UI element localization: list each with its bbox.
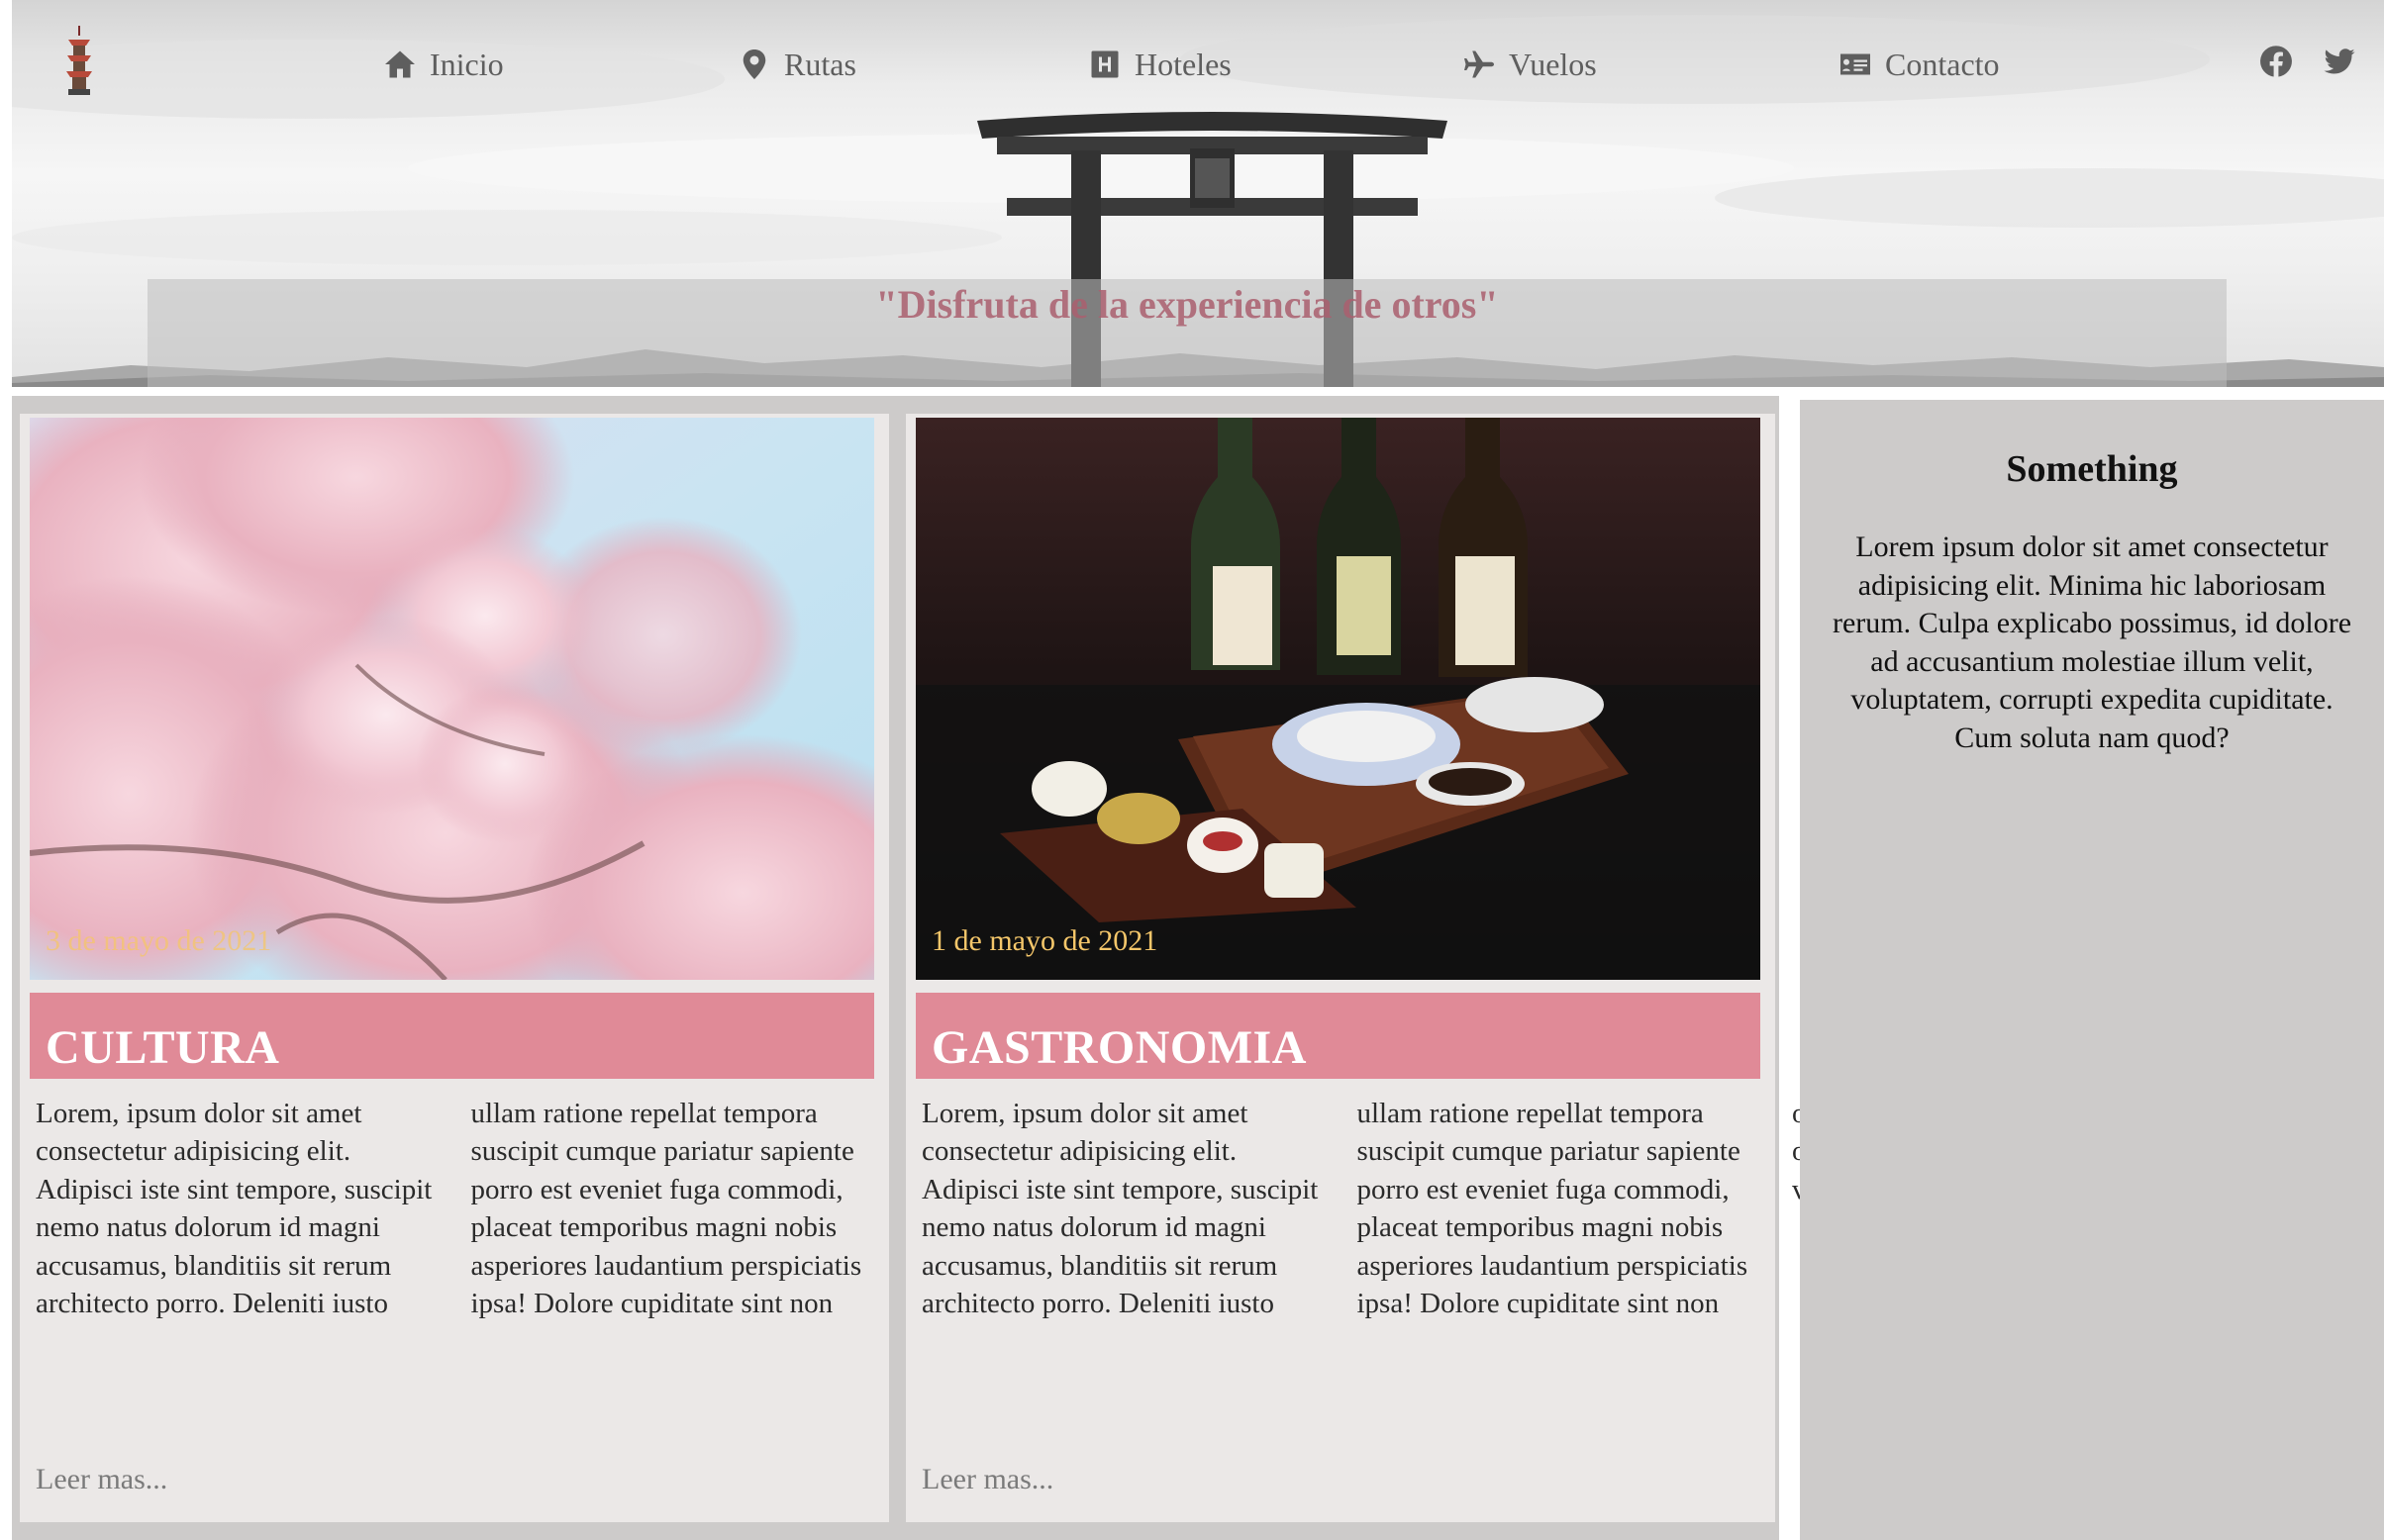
nav-inicio-label: Inicio xyxy=(430,46,504,82)
sidebar-title: Something xyxy=(2006,448,2178,490)
sake-food-illustration xyxy=(916,418,1760,980)
sidebar-text: Lorem ipsum dolor sit amet consectetur a… xyxy=(1832,530,2352,754)
cherry-blossom-illustration xyxy=(30,418,874,980)
nav-vuelos-label: Vuelos xyxy=(1509,46,1597,82)
nav-contacto-label: Contacto xyxy=(1885,46,2000,82)
read-more-link[interactable]: Leer mas... xyxy=(36,1463,167,1496)
nav-contacto[interactable]: Contacto xyxy=(1838,40,2000,89)
map-marker-icon xyxy=(743,49,766,79)
facebook-icon xyxy=(2260,46,2292,77)
nav-vuelos[interactable]: Vuelos xyxy=(1461,40,1597,89)
nav-rutas[interactable]: Rutas xyxy=(737,40,856,89)
read-more-link[interactable]: Leer mas... xyxy=(922,1463,1053,1496)
article-title-bar: GASTRONOMIA xyxy=(916,993,1760,1079)
nav-hoteles-label: Hoteles xyxy=(1135,46,1232,82)
article-excerpt: Lorem, ipsum dolor sit amet consectetur … xyxy=(922,1098,2118,1320)
article-date: 3 de mayo de 2021 xyxy=(46,924,272,957)
tagline-text: "Disfruta de la experiencia de otros" xyxy=(875,282,1499,327)
article-title-bar: CULTURA xyxy=(30,993,874,1079)
article-excerpt: Lorem, ipsum dolor sit amet consectetur … xyxy=(36,1098,1232,1320)
twitter-link[interactable] xyxy=(2323,45,2356,78)
home-icon xyxy=(385,50,415,78)
article-card-cultura: 3 de mayo de 2021 CULTURA Lorem, ipsum d… xyxy=(20,414,1232,1522)
sake-and-food-photo[interactable]: 1 de mayo de 2021 xyxy=(916,418,1760,980)
sidebar: Something Lorem ipsum dolor sit amet con… xyxy=(1800,400,2384,1540)
facebook-link[interactable] xyxy=(2259,45,2293,78)
cherry-blossom-photo[interactable]: 3 de mayo de 2021 xyxy=(30,418,874,980)
nav-rutas-label: Rutas xyxy=(784,46,856,82)
nav-inicio[interactable]: Inicio xyxy=(382,40,504,89)
hotel-icon xyxy=(1091,50,1119,78)
article-title[interactable]: CULTURA xyxy=(46,1020,279,1075)
articles-section: 3 de mayo de 2021 CULTURA Lorem, ipsum d… xyxy=(12,396,2118,1540)
article-card-gastronomia: 1 de mayo de 2021 GASTRONOMIA Lorem, ips… xyxy=(906,414,2118,1522)
nav-hoteles[interactable]: Hoteles xyxy=(1087,40,1232,89)
article-date: 1 de mayo de 2021 xyxy=(932,924,1158,957)
article-title[interactable]: GASTRONOMIA xyxy=(932,1020,1307,1075)
main-navigation: Inicio Rutas Hoteles Vuelos Contacto xyxy=(0,40,2384,89)
address-card-icon xyxy=(1840,53,1870,75)
plane-icon xyxy=(1464,50,1494,78)
twitter-icon xyxy=(2324,48,2355,74)
